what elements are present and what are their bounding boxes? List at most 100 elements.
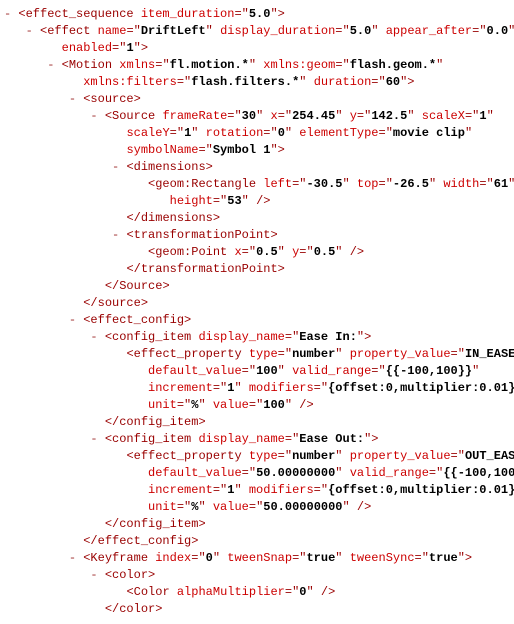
xml-line: </Source> [4,279,170,293]
xml-line: - <transformationPoint> [4,228,278,242]
xml-tag: =" [285,432,299,446]
xml-attr-name: unit [148,398,177,412]
xml-tag: " [206,24,213,38]
xml-attr-name: xmlns:geom [263,58,335,72]
xml-attr-value: 0.5 [256,245,278,259]
collapse-toggle[interactable]: - [90,568,97,582]
xml-line: - <Source frameRate="30" x="254.45" y="1… [4,109,494,123]
xml-text [350,177,357,191]
xml-attr-value: number [292,347,335,361]
xml-tag: </config_item> [105,517,206,531]
xml-tag: <color> [105,568,155,582]
collapse-toggle[interactable]: - [90,330,97,344]
xml-tag: " [436,58,443,72]
xml-tag: <config_item [105,330,191,344]
xml-attr-value: fl.motion.* [170,58,249,72]
xml-attr-value: flash.filters.* [191,75,299,89]
collapse-toggle[interactable]: - [26,24,33,38]
xml-attr-value: OUT_EASE [465,449,514,463]
xml-attr-name: scaleX [422,109,465,123]
collapse-toggle[interactable]: - [47,58,54,72]
xml-tag: =" [213,483,227,497]
xml-tag: /> [350,245,364,259]
xml-attr-name: default_value [148,364,242,378]
xml-line: - <config_item display_name="Ease Out:"> [4,432,379,446]
xml-tag: </source> [83,296,148,310]
xml-attr-value: 0.0 [487,24,509,38]
xml-text [242,381,249,395]
xml-attr-value: 0 [278,126,285,140]
xml-line: - <source> [4,92,141,106]
xml-line: - <effect name="DriftLeft" display_durat… [4,24,514,38]
xml-attr-name: unit [148,500,177,514]
xml-attr-name: duration [314,75,372,89]
xml-attr-name: increment [148,483,213,497]
xml-tag: =" [155,58,169,72]
xml-tag: =" [371,75,385,89]
xml-tag: =" [479,177,493,191]
xml-tag: "> [357,330,371,344]
xml-attr-value: 142.5 [371,109,407,123]
collapse-toggle[interactable]: - [69,551,76,565]
xml-tag: <effect [40,24,90,38]
xml-attr-value: 0 [299,585,306,599]
xml-tag: <effect_property [126,347,241,361]
xml-tree-view: - <effect_sequence item_duration="5.0"> … [0,0,514,624]
xml-attr-name: tweenSync [350,551,415,565]
xml-attr-value: true [306,551,335,565]
xml-tag: " [407,109,414,123]
xml-attr-name: top [357,177,379,191]
xml-attr-name: modifiers [249,483,314,497]
xml-tag: <effect_property [126,449,241,463]
xml-attr-value: true [429,551,458,565]
xml-attr-value: {offset:0,multiplier:0.01} [328,381,514,395]
xml-attr-value: IN_EASE [465,347,514,361]
xml-attr-name: value [213,398,249,412]
xml-attr-name: default_value [148,466,242,480]
xml-attr-value: 100 [263,398,285,412]
xml-text [206,398,213,412]
collapse-toggle[interactable]: - [90,432,97,446]
xml-tag: " [487,109,494,123]
xml-text [343,449,350,463]
xml-line: - <dimensions> [4,160,213,174]
xml-attr-name: y [350,109,357,123]
xml-attr-value: Ease Out: [299,432,364,446]
collapse-toggle[interactable]: - [4,7,11,21]
xml-tag: " [371,24,378,38]
xml-tag: <effect_config> [83,313,191,327]
xml-attr-value: Symbol 1 [213,143,271,157]
xml-attr-name: type [249,347,278,361]
xml-text [306,75,313,89]
xml-tag: =" [249,398,263,412]
xml-tag: <transformationPoint> [126,228,277,242]
xml-attr-value: 1 [126,41,133,55]
xml-line: </effect_config> [4,534,198,548]
xml-tag: <geom:Point [148,245,227,259]
xml-tag: " [343,177,350,191]
xml-attr-value: flash.geom.* [350,58,436,72]
xml-attr-value: -26.5 [393,177,429,191]
xml-tag: =" [213,194,227,208]
xml-tag: <Color [126,585,169,599]
collapse-toggle[interactable]: - [69,313,76,327]
xml-line: <effect_property type="number" property_… [4,449,514,463]
xml-tag: =" [292,177,306,191]
xml-tag: =" [371,364,385,378]
xml-attr-name: modifiers [249,381,314,395]
xml-line: - <Keyframe index="0" tweenSnap="true" t… [4,551,472,565]
xml-attr-name: display_duration [220,24,335,38]
xml-tag: <source> [83,92,141,106]
collapse-toggle[interactable]: - [69,92,76,106]
collapse-toggle[interactable]: - [112,228,119,242]
xml-line: </dimensions> [4,211,220,225]
collapse-toggle[interactable]: - [112,160,119,174]
xml-tag: " [472,364,479,378]
xml-line: - <effect_sequence item_duration="5.0"> [4,7,285,21]
xml-tag: /> [357,500,371,514]
xml-attr-name: tweenSnap [227,551,292,565]
collapse-toggle[interactable]: - [90,109,97,123]
xml-attr-name: display_name [198,432,284,446]
xml-tag: " [278,245,285,259]
xml-attr-name: enabled [62,41,112,55]
